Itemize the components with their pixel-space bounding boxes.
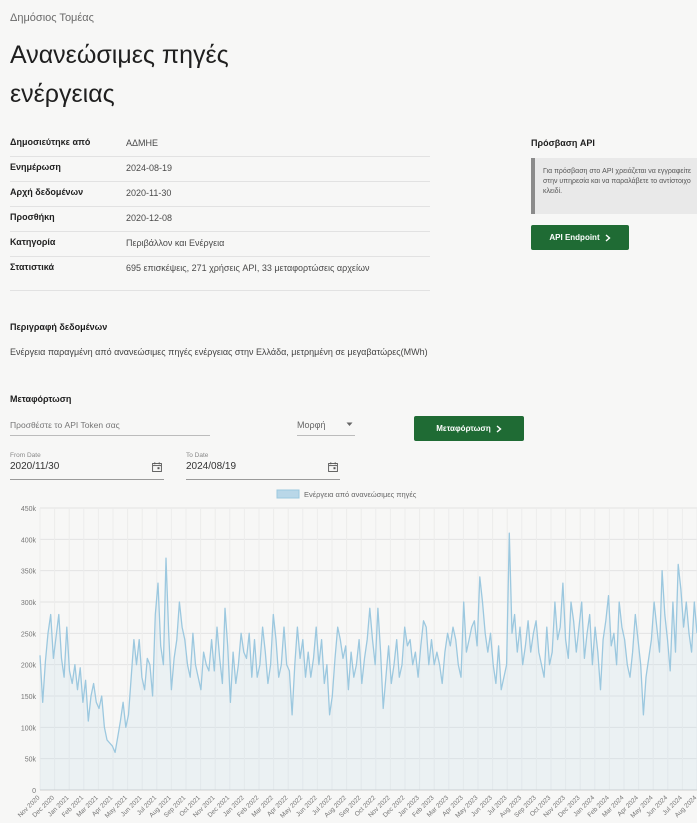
download-title: Μεταφόρτωση bbox=[10, 394, 72, 404]
chevron-right-icon bbox=[496, 424, 502, 433]
y-tick-label: 200k bbox=[21, 663, 37, 670]
from-date-field[interactable]: From Date 2020/11/30 bbox=[10, 452, 164, 480]
legend-swatch bbox=[276, 489, 300, 499]
meta-key: Δημοσιεύτηκε από bbox=[10, 137, 91, 147]
chevron-right-icon bbox=[605, 233, 611, 242]
meta-value: 2020-11-30 bbox=[126, 188, 172, 198]
y-tick-label: 350k bbox=[21, 569, 37, 576]
metadata-table: Δημοσιεύτηκε από ΑΔΜΗΕ Ενημέρωση 2024-08… bbox=[10, 132, 430, 291]
meta-value: 2020-12-08 bbox=[126, 213, 173, 223]
y-tick-label: 300k bbox=[21, 600, 37, 607]
format-select[interactable]: Μορφή bbox=[297, 414, 355, 436]
meta-row-added: Προσθήκη 2020-12-08 bbox=[10, 207, 430, 232]
meta-row-publisher: Δημοσιεύτηκε από ΑΔΜΗΕ bbox=[10, 132, 430, 157]
format-select-label: Μορφή bbox=[297, 419, 326, 430]
api-endpoint-button[interactable]: API Endpoint bbox=[531, 225, 629, 250]
y-tick-label: 400k bbox=[21, 537, 37, 544]
meta-row-statistics: Στατιστικά 695 επισκέψεις, 271 χρήσεις A… bbox=[10, 257, 430, 291]
meta-key: Προσθήκη bbox=[10, 212, 55, 222]
meta-value: Περιβάλλον και Ενέργεια bbox=[126, 238, 225, 248]
y-tick-label: 50k bbox=[25, 757, 37, 764]
caret-down-icon bbox=[346, 422, 353, 426]
download-button[interactable]: Μεταφόρτωση bbox=[414, 416, 524, 441]
meta-row-updated: Ενημέρωση 2024-08-19 bbox=[10, 157, 430, 182]
to-date-value: 2024/08/19 bbox=[186, 461, 237, 472]
description-title: Περιγραφή δεδομένων bbox=[10, 322, 108, 332]
from-date-value: 2020/11/30 bbox=[10, 461, 60, 472]
page-title: Ανανεώσιμες πηγές ενέργειας bbox=[10, 41, 229, 108]
meta-value: 695 επισκέψεις, 271 χρήσεις API, 33 μετα… bbox=[126, 263, 370, 273]
to-date-label: To Date bbox=[186, 452, 209, 459]
meta-key: Στατιστικά bbox=[10, 262, 54, 272]
download-button-label: Μεταφόρτωση bbox=[436, 424, 491, 433]
y-tick-label: 0 bbox=[32, 788, 36, 795]
legend-label: Ενέργεια από ανανεώσιμες πηγές bbox=[304, 490, 417, 499]
to-date-field[interactable]: To Date 2024/08/19 bbox=[186, 452, 340, 480]
from-date-label: From Date bbox=[10, 452, 41, 459]
meta-value: 2024-08-19 bbox=[126, 163, 173, 173]
meta-row-category: Κατηγορία Περιβάλλον και Ενέργεια bbox=[10, 232, 430, 257]
description-text: Ενέργεια παραγμένη από ανανεώσιμες πηγές… bbox=[10, 347, 428, 357]
breadcrumb[interactable]: Δημόσιος Τομέας bbox=[10, 12, 94, 24]
calendar-icon[interactable] bbox=[328, 462, 338, 472]
api-token-input[interactable] bbox=[10, 414, 210, 436]
api-access-note: Για πρόσβαση στο API χρειάζεται να εγγρα… bbox=[531, 158, 697, 214]
y-tick-label: 100k bbox=[21, 725, 37, 732]
meta-row-data-start: Αρχή δεδομένων 2020-11-30 bbox=[10, 182, 430, 207]
api-access-title: Πρόσβαση API bbox=[531, 138, 595, 148]
energy-line-chart: 050k100k150k200k250k300k350k400k450kNov … bbox=[17, 489, 697, 820]
meta-key: Αρχή δεδομένων bbox=[10, 187, 84, 197]
meta-key: Κατηγορία bbox=[10, 237, 56, 247]
meta-key: Ενημέρωση bbox=[10, 162, 61, 172]
y-tick-label: 250k bbox=[21, 631, 37, 638]
meta-value: ΑΔΜΗΕ bbox=[126, 138, 159, 148]
y-tick-label: 150k bbox=[21, 694, 37, 701]
api-endpoint-label: API Endpoint bbox=[549, 233, 600, 242]
y-tick-label: 450k bbox=[21, 506, 37, 513]
calendar-icon[interactable] bbox=[152, 462, 162, 472]
